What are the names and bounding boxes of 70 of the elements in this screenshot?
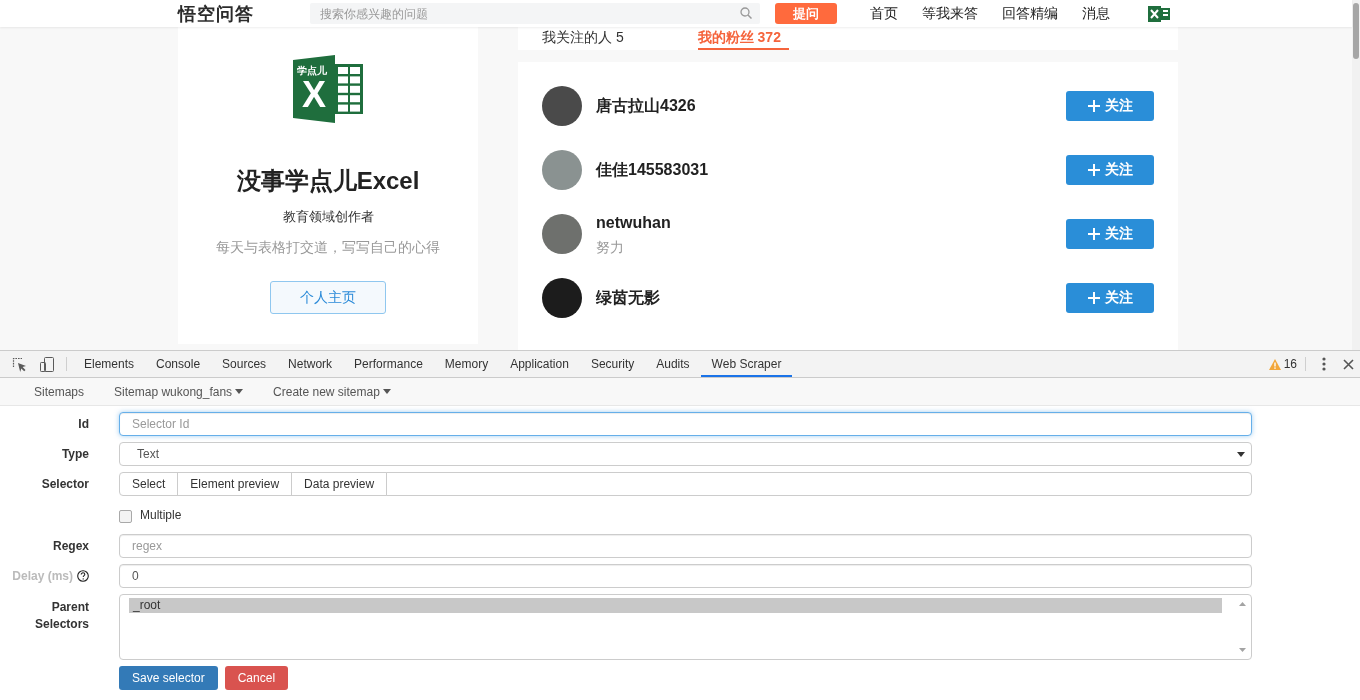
plus-icon [1087,292,1100,304]
nav-link[interactable]: 首页 [870,4,898,23]
follow-button[interactable]: 关注 [1066,283,1154,313]
devtools-tab[interactable]: Sources [211,351,278,377]
follower-name[interactable]: 绿茵无影 [596,288,660,308]
save-button[interactable]: Save selector [119,666,218,690]
avatar-placeholder[interactable] [542,86,582,126]
text-input[interactable]: regex [119,534,1252,558]
follower-name[interactable]: netwuhan [596,212,671,233]
site-logo[interactable]: 悟空问答 [178,1,310,26]
homepage-button[interactable]: 个人主页 [270,281,386,314]
avatar-placeholder[interactable] [542,278,582,318]
help-icon[interactable] [77,570,89,582]
text-input[interactable]: Selector Id [119,412,1252,436]
parent-selectors-listbox[interactable]: _root [119,594,1252,660]
inspect-icon [12,356,27,372]
nav-link[interactable]: 等我来答 [922,4,978,23]
close-icon [1342,358,1354,370]
plus-icon [1087,228,1100,240]
text-input[interactable]: 0 [119,564,1252,588]
search-field[interactable]: 搜索你感兴趣的问题 [310,3,760,24]
devtools-tab[interactable]: Application [499,351,580,377]
devtools-tab[interactable]: Performance [343,351,434,377]
nav-link[interactable]: 回答精编 [1002,4,1058,23]
page-scrollbar[interactable] [1352,0,1360,350]
plus-icon [1087,100,1100,112]
search-icon[interactable] [740,7,752,19]
field-label: Regex [52,537,89,555]
follower-bio: 努力 [596,237,625,256]
selector-tool-button[interactable]: Element preview [177,472,293,496]
plus-icon [1087,164,1100,176]
devtools-tab[interactable]: Elements [73,351,146,377]
devtools-tab[interactable]: Security [579,351,646,377]
scraper-nav-link[interactable]: Sitemaps [19,384,100,399]
devtools-tab[interactable]: Memory [433,351,500,377]
warnings-button[interactable]: 16 [1266,351,1299,377]
listbox-option[interactable]: _root [129,598,1222,613]
devices-icon [39,356,54,372]
spreadsheet-logo: 学点儿 X [293,55,363,123]
devtools-tab[interactable]: Console [145,351,212,377]
scraper-nav-link[interactable]: Sitemap wukong_fans [99,384,259,399]
field-label: Delay (ms) [12,567,73,585]
follow-button[interactable]: 关注 [1066,155,1154,185]
follow-button[interactable]: 关注 [1066,91,1154,121]
checkbox[interactable] [119,510,132,523]
field-label: Type [61,445,89,463]
kebab-icon [1322,357,1326,371]
cancel-button[interactable]: Cancel [224,666,289,690]
profile-name: 没事学点儿Excel [236,167,420,195]
spreadsheet-icon[interactable] [1148,5,1170,22]
follower-name[interactable]: 佳佳145583031 [596,160,709,180]
devtools-tab[interactable]: Network [277,351,344,377]
scraper-nav-link[interactable]: Create new sitemap [258,384,406,399]
caret-icon [1237,451,1245,457]
selector-input[interactable] [386,472,1252,496]
field-label: Parent Selectors [33,599,89,633]
type-select[interactable]: Text [119,442,1252,466]
profile-bio: 每天与表格打交道，写写自己的心得 [216,238,440,257]
profile-role: 教育领域创作者 [282,208,374,226]
checkbox-label: Multiple [140,508,182,522]
selector-tool-button[interactable]: Select [119,472,179,496]
selector-tool-button[interactable]: Data preview [291,472,388,496]
warning-icon [1268,358,1281,370]
follow-button[interactable]: 关注 [1066,219,1154,249]
field-label: Id [78,415,89,433]
follower-name[interactable]: 唐古拉山4326 [596,96,696,116]
devtools-tab[interactable]: Audits [645,351,701,377]
field-label: Selector [41,475,89,493]
nav-link[interactable]: 消息 [1082,4,1110,23]
tab[interactable]: 我关注的人 5 [542,29,632,50]
